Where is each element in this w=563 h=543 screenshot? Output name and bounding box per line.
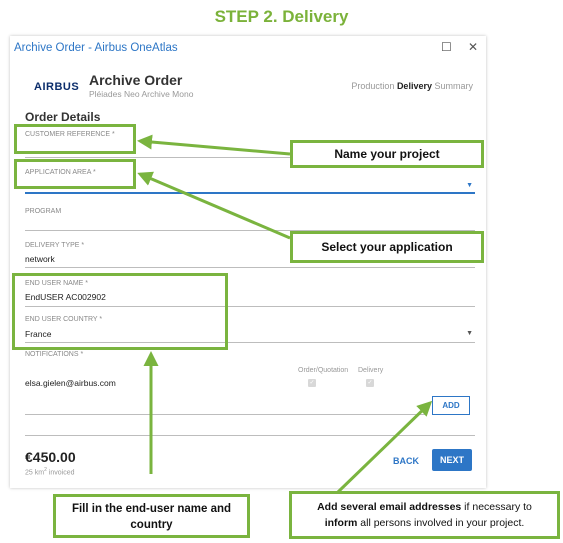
callout-fill-end-user: Fill in the end-user name and country — [53, 494, 250, 538]
footer-divider — [25, 435, 475, 436]
delivery-type-underline — [25, 267, 475, 268]
highlight-application-area — [14, 159, 136, 189]
callout-select-application-text: Select your application — [321, 240, 453, 254]
delivery-column: Delivery — [358, 367, 384, 374]
window-title: Archive Order - Airbus OneAtlas — [14, 42, 178, 54]
order-price: €450.00 — [25, 449, 76, 465]
callout-add-emails-bold1: Add several email addresses — [317, 501, 462, 513]
callout-add-emails-light1: if necessary to — [461, 501, 532, 513]
callout-add-emails: Add several email addresses if necessary… — [289, 491, 560, 539]
step-delivery[interactable]: Delivery — [397, 81, 432, 91]
callout-name-project-text: Name your project — [334, 147, 440, 161]
area-suffix: invoiced — [48, 469, 75, 477]
area-value: 25 — [25, 469, 33, 477]
back-button[interactable]: BACK — [393, 456, 419, 466]
highlight-end-user — [12, 273, 228, 350]
notification-email: elsa.gielen@airbus.com — [25, 378, 116, 388]
callout-name-project: Name your project — [290, 140, 484, 168]
callout-fill-end-user-text: Fill in the end-user name and country — [71, 503, 232, 531]
email-input-underline[interactable] — [25, 414, 425, 415]
callout-add-emails-light2: all persons involved in your project. — [357, 517, 525, 529]
order-quotation-column: Order/Quotation — [298, 367, 349, 374]
chevron-down-icon[interactable]: ▼ — [466, 182, 473, 189]
page-subtitle: Pléiades Neo Archive Mono — [89, 89, 194, 99]
section-title: Order Details — [25, 110, 101, 124]
maximize-icon[interactable]: ☐ — [441, 40, 452, 54]
invoiced-area: 25 km2 invoiced — [25, 467, 75, 476]
delivery-type-label: DELIVERY TYPE * — [25, 242, 85, 249]
close-icon[interactable]: ✕ — [468, 40, 478, 54]
highlight-customer-reference — [14, 124, 136, 154]
add-email-button[interactable]: ADD — [432, 396, 470, 415]
step-production[interactable]: Production — [351, 81, 394, 91]
airbus-logo: AIRBUS — [34, 81, 80, 93]
callout-select-application: Select your application — [290, 231, 484, 263]
program-label: PROGRAM — [25, 208, 62, 215]
delivery-type-input[interactable]: network — [25, 254, 55, 264]
area-exponent: 2 — [44, 467, 47, 473]
window-titlebar: Archive Order - Airbus OneAtlas ☐ ✕ — [10, 36, 486, 62]
step-title: STEP 2. Delivery — [214, 7, 349, 26]
delivery-checkbox[interactable]: ✓ — [366, 379, 374, 387]
chevron-down-icon[interactable]: ▼ — [466, 330, 473, 337]
notifications-label: NOTIFICATIONS * — [25, 351, 84, 358]
callout-add-emails-bold2: inform — [324, 517, 358, 529]
step-summary[interactable]: Summary — [434, 81, 473, 91]
order-quotation-checkbox[interactable]: ✓ — [308, 379, 316, 387]
next-button[interactable]: NEXT — [432, 449, 472, 471]
area-unit: km — [34, 469, 45, 477]
application-area-underline — [25, 192, 475, 194]
step-navigation: Production Delivery Summary — [351, 81, 473, 91]
page-title: Archive Order — [89, 72, 183, 88]
